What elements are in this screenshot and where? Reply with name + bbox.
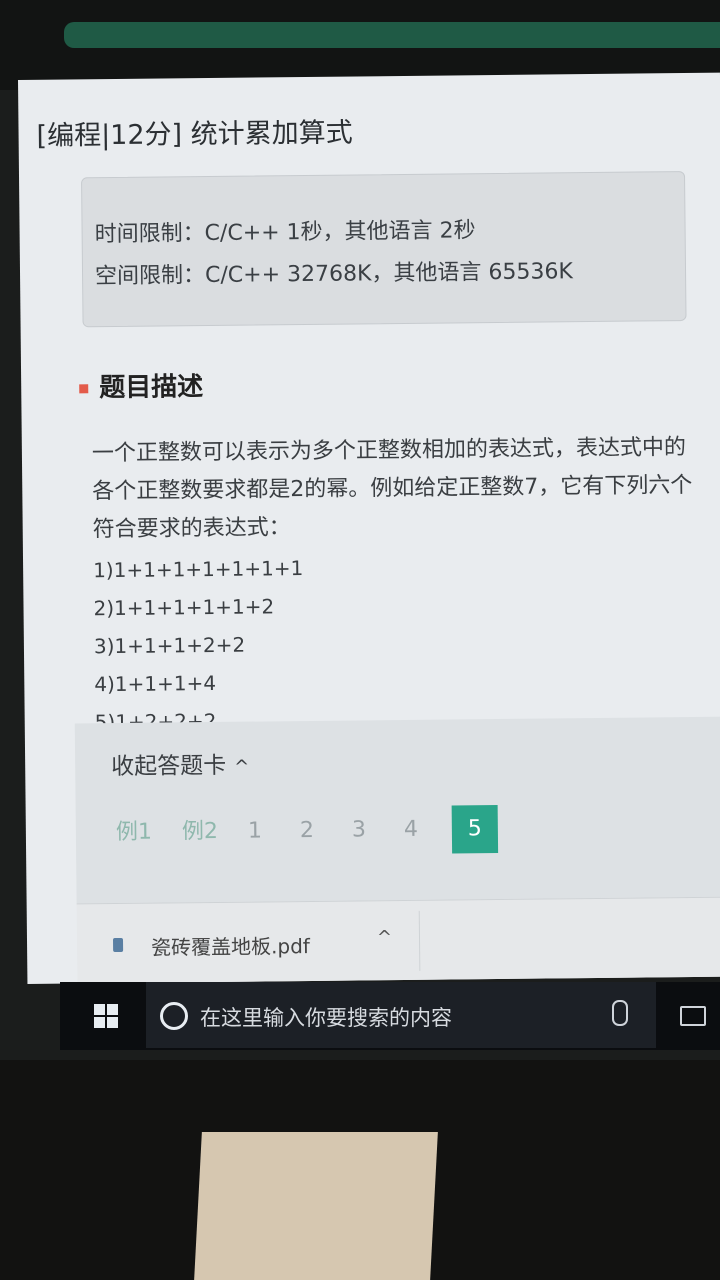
windows-taskbar: 在这里输入你要搜索的内容 [60,982,720,1050]
microphone-icon[interactable] [612,1000,628,1026]
search-placeholder: 在这里输入你要搜索的内容 [200,1006,452,1030]
task-view-icon[interactable] [680,1006,706,1026]
browser-tab-bar [64,22,720,48]
desk-paper [194,1132,438,1280]
question-tabs: 例1 例2 1 2 3 4 5 [116,805,528,857]
tab-question-3[interactable]: 3 [352,806,367,854]
problem-description: 一个正整数可以表示为多个正整数相加的表达式，表达式中的各个正整数要求都是2的幂。… [91,435,693,543]
cortana-icon[interactable] [160,1002,188,1030]
download-divider [418,910,421,971]
chevron-up-icon: ^ [234,756,250,778]
tab-question-5[interactable]: 5 [451,805,499,854]
space-limit: 空间限制：C/C++ 32768K，其他语言 65536K [94,259,573,290]
example-list: 1)1+1+1+1+1+1+1 2)1+1+1+1+1+2 3)1+1+1+2+… [93,549,305,741]
windows-start-icon[interactable] [94,1004,118,1028]
example-line: 4)1+1+1+4 [94,670,217,697]
taskbar-search-box[interactable]: 在这里输入你要搜索的内容 [146,982,656,1048]
example-line: 2)1+1+1+1+1+2 [93,594,275,621]
chevron-up-icon[interactable]: ^ [377,927,392,948]
problem-title: [编程|12分] 统计累加算式 [36,117,353,152]
collapse-label: 收起答题卡 [111,752,227,781]
browser-viewport: [编程|12分] 统计累加算式 时间限制：C/C++ 1秒，其他语言 2秒 空间… [18,72,720,984]
example-line: 3)1+1+1+2+2 [93,632,246,659]
tab-question-2[interactable]: 2 [300,807,315,855]
answer-card-panel: 收起答题卡 ^ 例1 例2 1 2 3 4 5 [74,716,720,904]
tab-example-2[interactable]: 例2 [182,808,219,856]
download-filename[interactable]: 瓷砖覆盖地板.pdf [151,930,310,961]
pdf-file-icon [112,937,124,953]
tab-example-1[interactable]: 例1 [116,809,153,857]
download-bar: 瓷砖覆盖地板.pdf ^ [76,896,720,984]
section-heading-text: 题目描述 [99,372,204,404]
tab-question-1[interactable]: 1 [248,807,263,855]
limits-box: 时间限制：C/C++ 1秒，其他语言 2秒 空间限制：C/C++ 32768K，… [81,171,687,328]
collapse-answer-card-button[interactable]: 收起答题卡 ^ [111,746,249,781]
time-limit: 时间限制：C/C++ 1秒，其他语言 2秒 [94,218,476,248]
section-heading: 题目描述 [79,366,203,404]
tab-question-4[interactable]: 4 [404,806,419,854]
example-line: 1)1+1+1+1+1+1+1 [93,556,304,583]
